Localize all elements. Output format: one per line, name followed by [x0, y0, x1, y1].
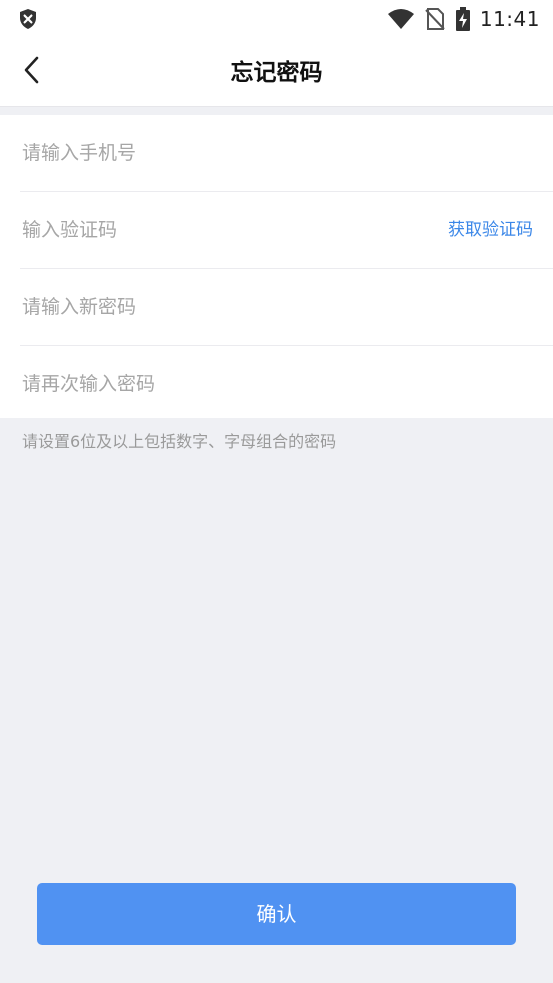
title-bar: 忘记密码 — [0, 40, 553, 107]
new-password-row — [20, 269, 553, 346]
no-sim-icon — [425, 8, 445, 30]
get-code-button[interactable]: 获取验证码 — [448, 192, 533, 268]
page-title: 忘记密码 — [230, 60, 323, 86]
verification-code-input[interactable] — [20, 192, 422, 268]
reset-password-form: 获取验证码 — [0, 115, 553, 421]
status-time: 11:41 — [479, 7, 540, 31]
wifi-icon — [387, 8, 415, 30]
confirm-button[interactable]: 确认 — [37, 883, 516, 945]
password-hint: 请设置6位及以上包括数字、字母组合的密码 — [22, 432, 337, 451]
code-row: 获取验证码 — [20, 192, 553, 269]
status-bar: 11:41 — [0, 0, 553, 40]
confirm-password-input[interactable] — [20, 346, 422, 421]
battery-charging-icon — [455, 7, 471, 31]
shield-close-icon — [17, 8, 39, 30]
confirm-password-row — [20, 346, 553, 421]
phone-row — [20, 115, 553, 192]
phone-input[interactable] — [20, 115, 422, 191]
new-password-input[interactable] — [20, 269, 422, 345]
